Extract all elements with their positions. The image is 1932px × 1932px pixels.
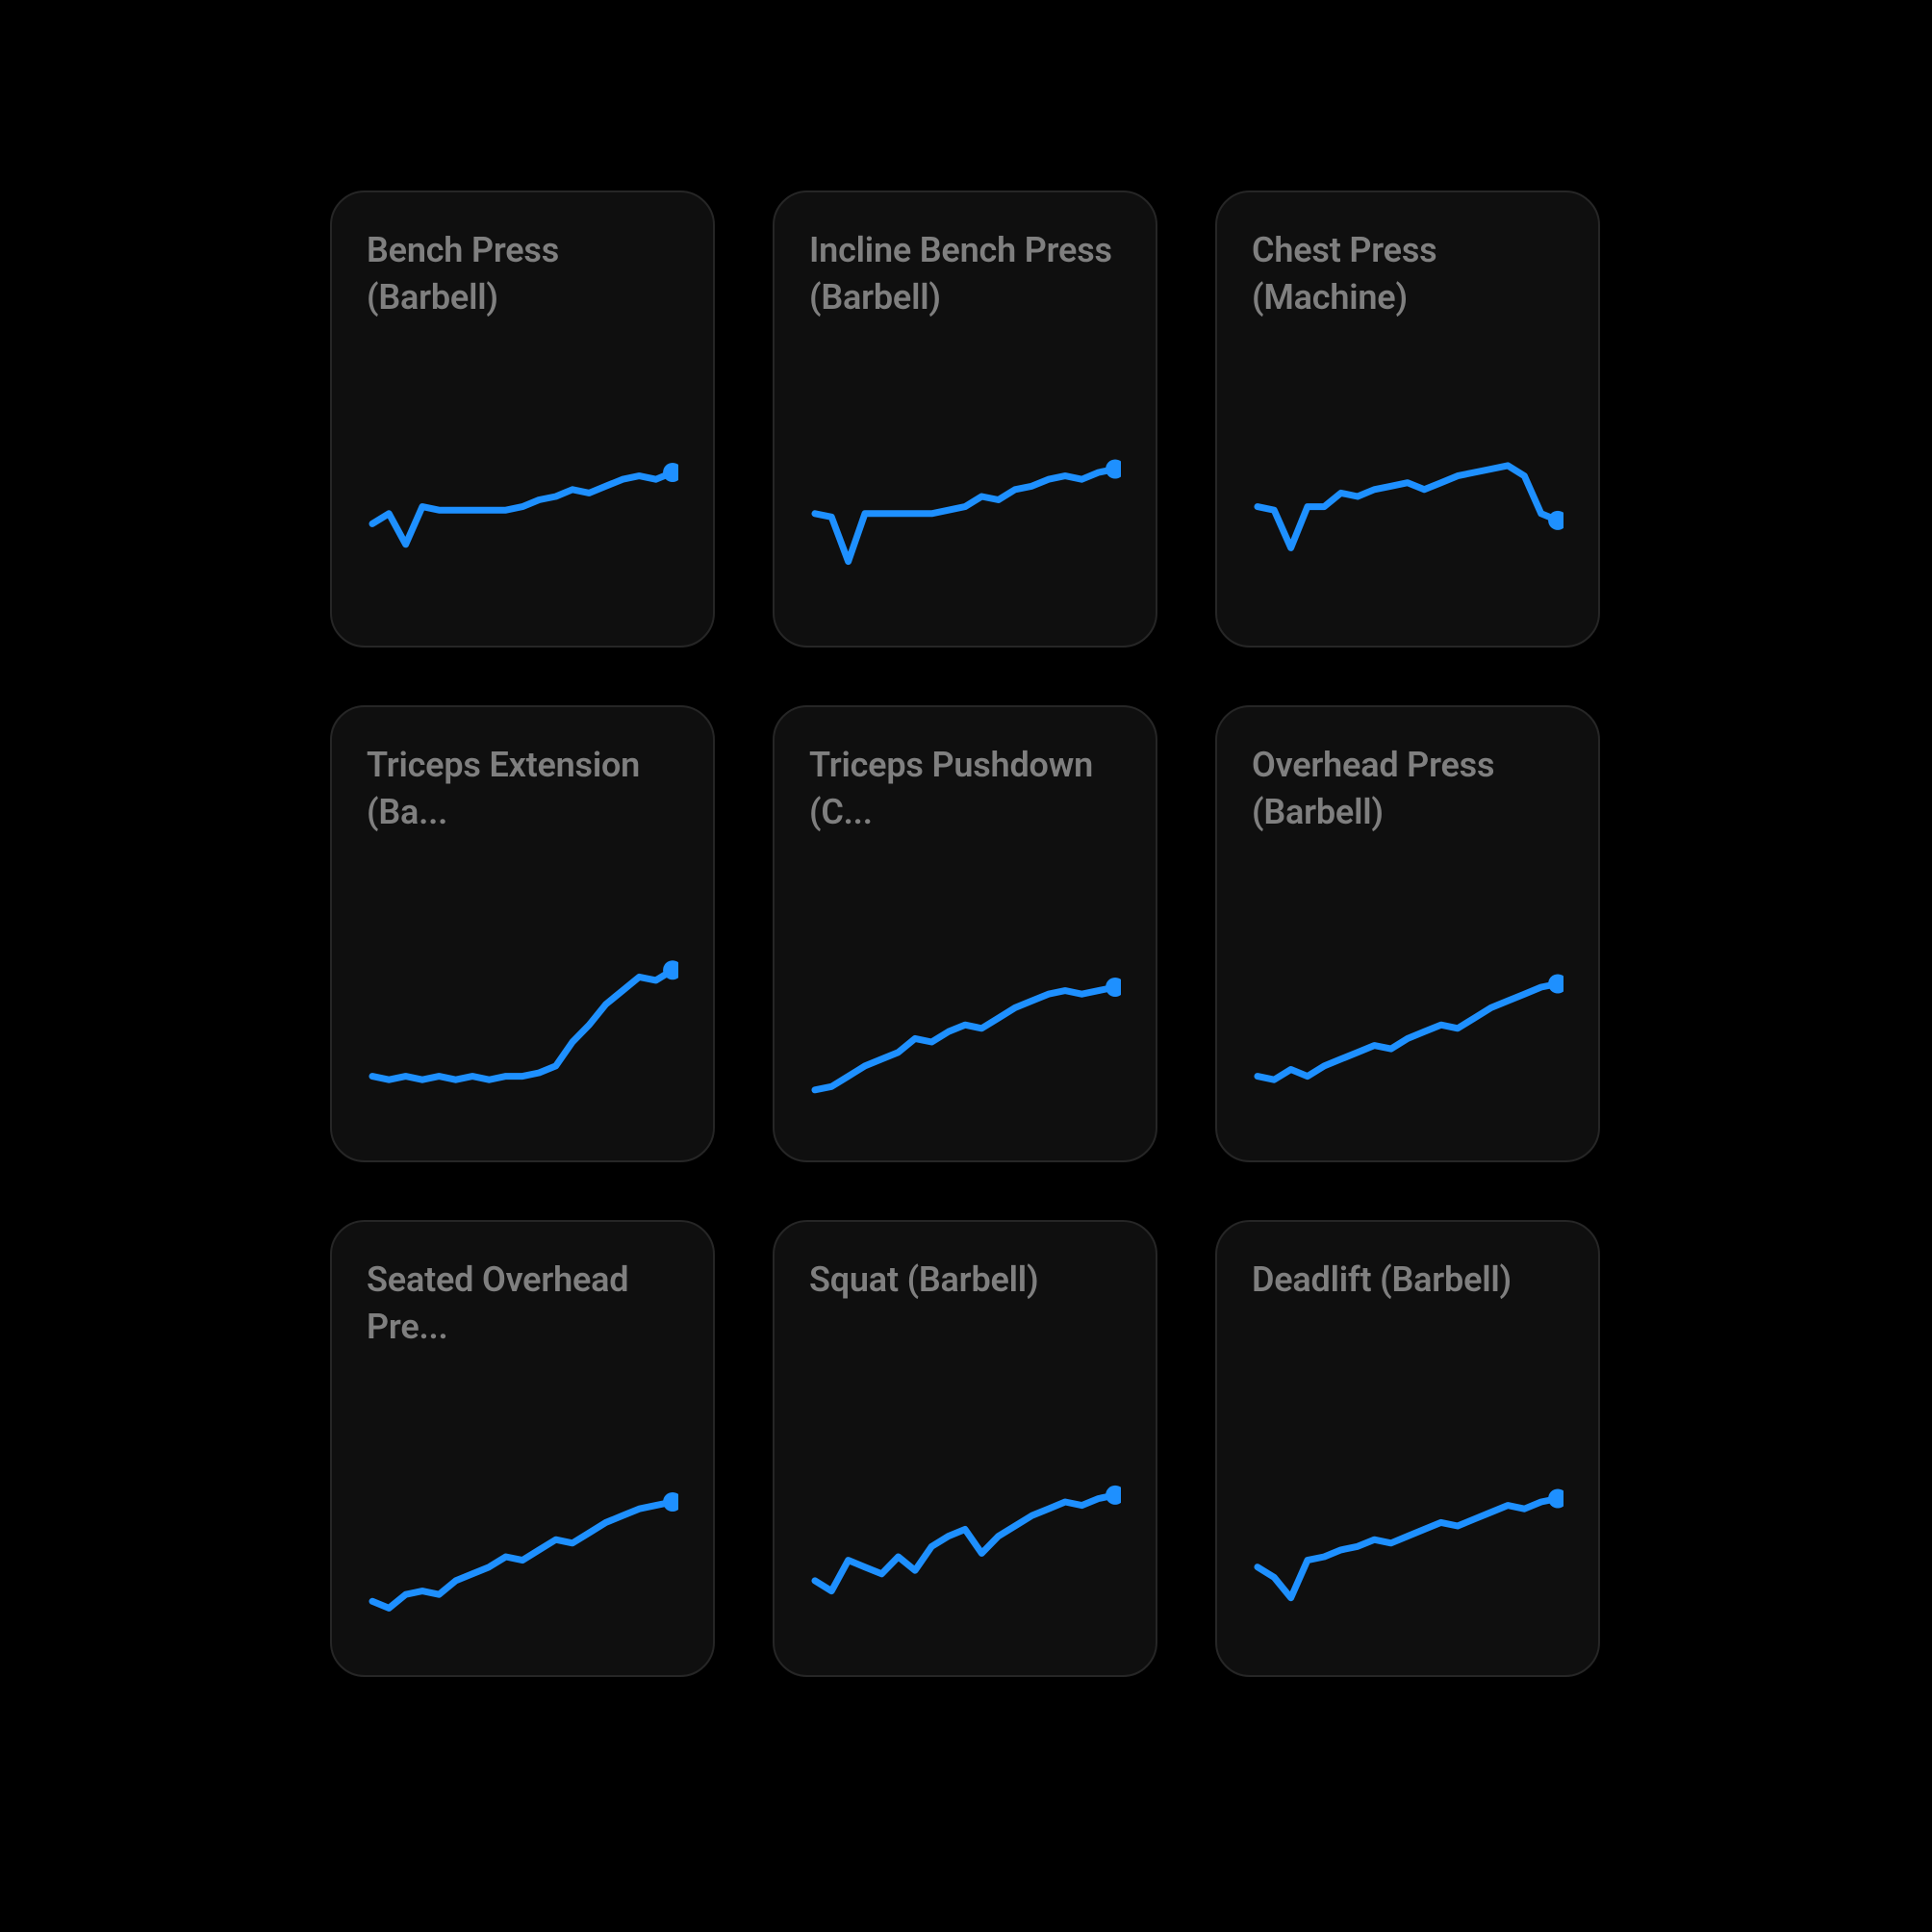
sparkline-chart: [1252, 436, 1563, 619]
exercise-title: Incline Bench Press (Barbell): [809, 227, 1121, 320]
exercise-card[interactable]: Squat (Barbell): [773, 1220, 1157, 1677]
exercise-card[interactable]: Overhead Press (Barbell): [1215, 705, 1600, 1162]
exercise-card[interactable]: Triceps Pushdown (C...: [773, 705, 1157, 1162]
exercise-title: Bench Press (Barbell): [367, 227, 678, 320]
exercise-card[interactable]: Bench Press (Barbell): [330, 191, 715, 648]
sparkline-chart: [367, 1465, 678, 1648]
exercise-title: Chest Press (Machine): [1252, 227, 1563, 320]
sparkline-chart: [1252, 951, 1563, 1133]
sparkline-chart: [809, 1465, 1121, 1648]
exercise-title: Overhead Press (Barbell): [1252, 742, 1563, 835]
sparkline-chart: [809, 436, 1121, 619]
exercise-title: Squat (Barbell): [809, 1257, 1121, 1304]
sparkline-chart: [1252, 1465, 1563, 1648]
exercise-title: Triceps Pushdown (C...: [809, 742, 1121, 835]
exercise-card[interactable]: Deadlift (Barbell): [1215, 1220, 1600, 1677]
sparkline-chart: [367, 951, 678, 1133]
exercise-card[interactable]: Incline Bench Press (Barbell): [773, 191, 1157, 648]
exercise-title: Deadlift (Barbell): [1252, 1257, 1563, 1304]
exercise-card[interactable]: Triceps Extension (Ba...: [330, 705, 715, 1162]
exercise-grid: Bench Press (Barbell) Incline Bench Pres…: [330, 191, 1602, 1677]
exercise-title: Seated Overhead Pre...: [367, 1257, 678, 1350]
exercise-title: Triceps Extension (Ba...: [367, 742, 678, 835]
exercise-card[interactable]: Seated Overhead Pre...: [330, 1220, 715, 1677]
sparkline-chart: [367, 436, 678, 619]
exercise-card[interactable]: Chest Press (Machine): [1215, 191, 1600, 648]
sparkline-chart: [809, 951, 1121, 1133]
